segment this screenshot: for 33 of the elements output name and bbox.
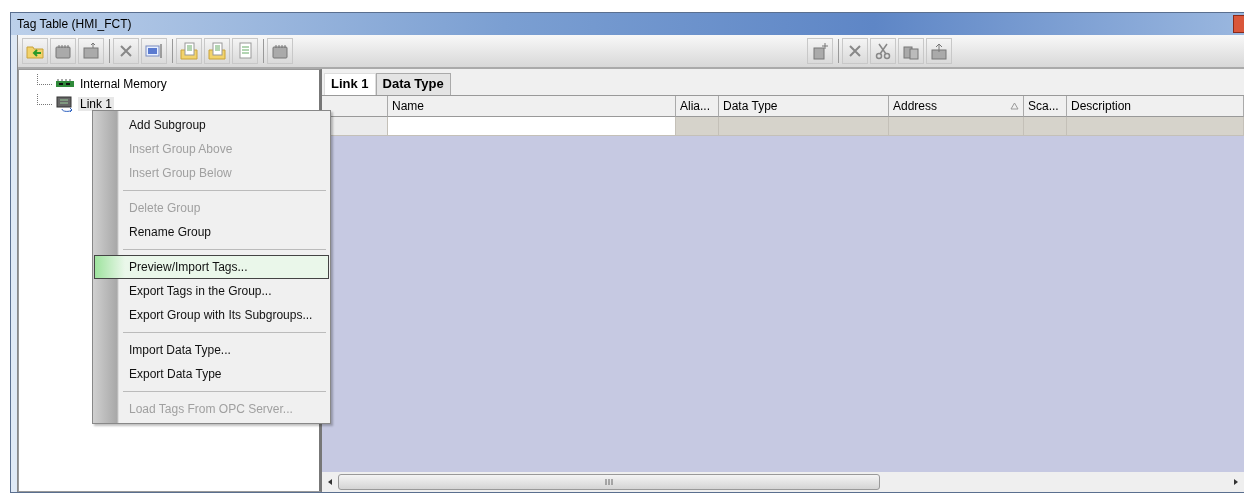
window-title: Tag Table (HMI_FCT) [17,17,132,31]
document-folder-icon[interactable] [179,41,199,61]
menu-item[interactable]: Export Tags in the Group... [94,279,329,303]
scissors-icon[interactable] [873,41,893,61]
tab[interactable]: Link 1 [324,73,376,95]
menu-item[interactable]: Export Data Type [94,362,329,386]
column-label: Address [893,99,938,113]
tree-item[interactable]: Link 1 [78,97,115,111]
menu-item[interactable]: Export Group with Its Subgroups... [94,303,329,327]
menu-item[interactable]: Add Subgroup [94,113,329,137]
table-cell[interactable] [676,117,719,136]
scrollbar-thumb[interactable] [338,474,880,490]
table-cell[interactable] [1024,117,1067,136]
close-button[interactable] [1233,15,1244,33]
table-cell[interactable] [889,117,1024,136]
scroll-right-icon[interactable] [1232,478,1240,486]
tab[interactable]: Data Type [375,73,451,95]
scroll-left-icon[interactable] [326,478,334,486]
table-cell[interactable] [719,117,889,136]
device-icon [56,95,74,113]
memory-chip-icon [56,79,74,89]
tree-item[interactable]: Internal Memory [78,77,169,91]
menu-item[interactable]: Preview/Import Tags... [94,255,329,279]
menu-item[interactable]: Import Data Type... [94,338,329,362]
tag-add-icon[interactable] [810,41,830,61]
tag-export-icon[interactable] [929,41,949,61]
text-field-icon[interactable] [144,41,164,61]
table-cell[interactable] [1067,117,1244,136]
chip-up-icon[interactable] [81,41,101,61]
sort-icon [1010,102,1019,110]
menu-item[interactable]: Rename Group [94,220,329,244]
document-folder-icon[interactable] [207,41,227,61]
table-cell[interactable] [388,117,676,136]
